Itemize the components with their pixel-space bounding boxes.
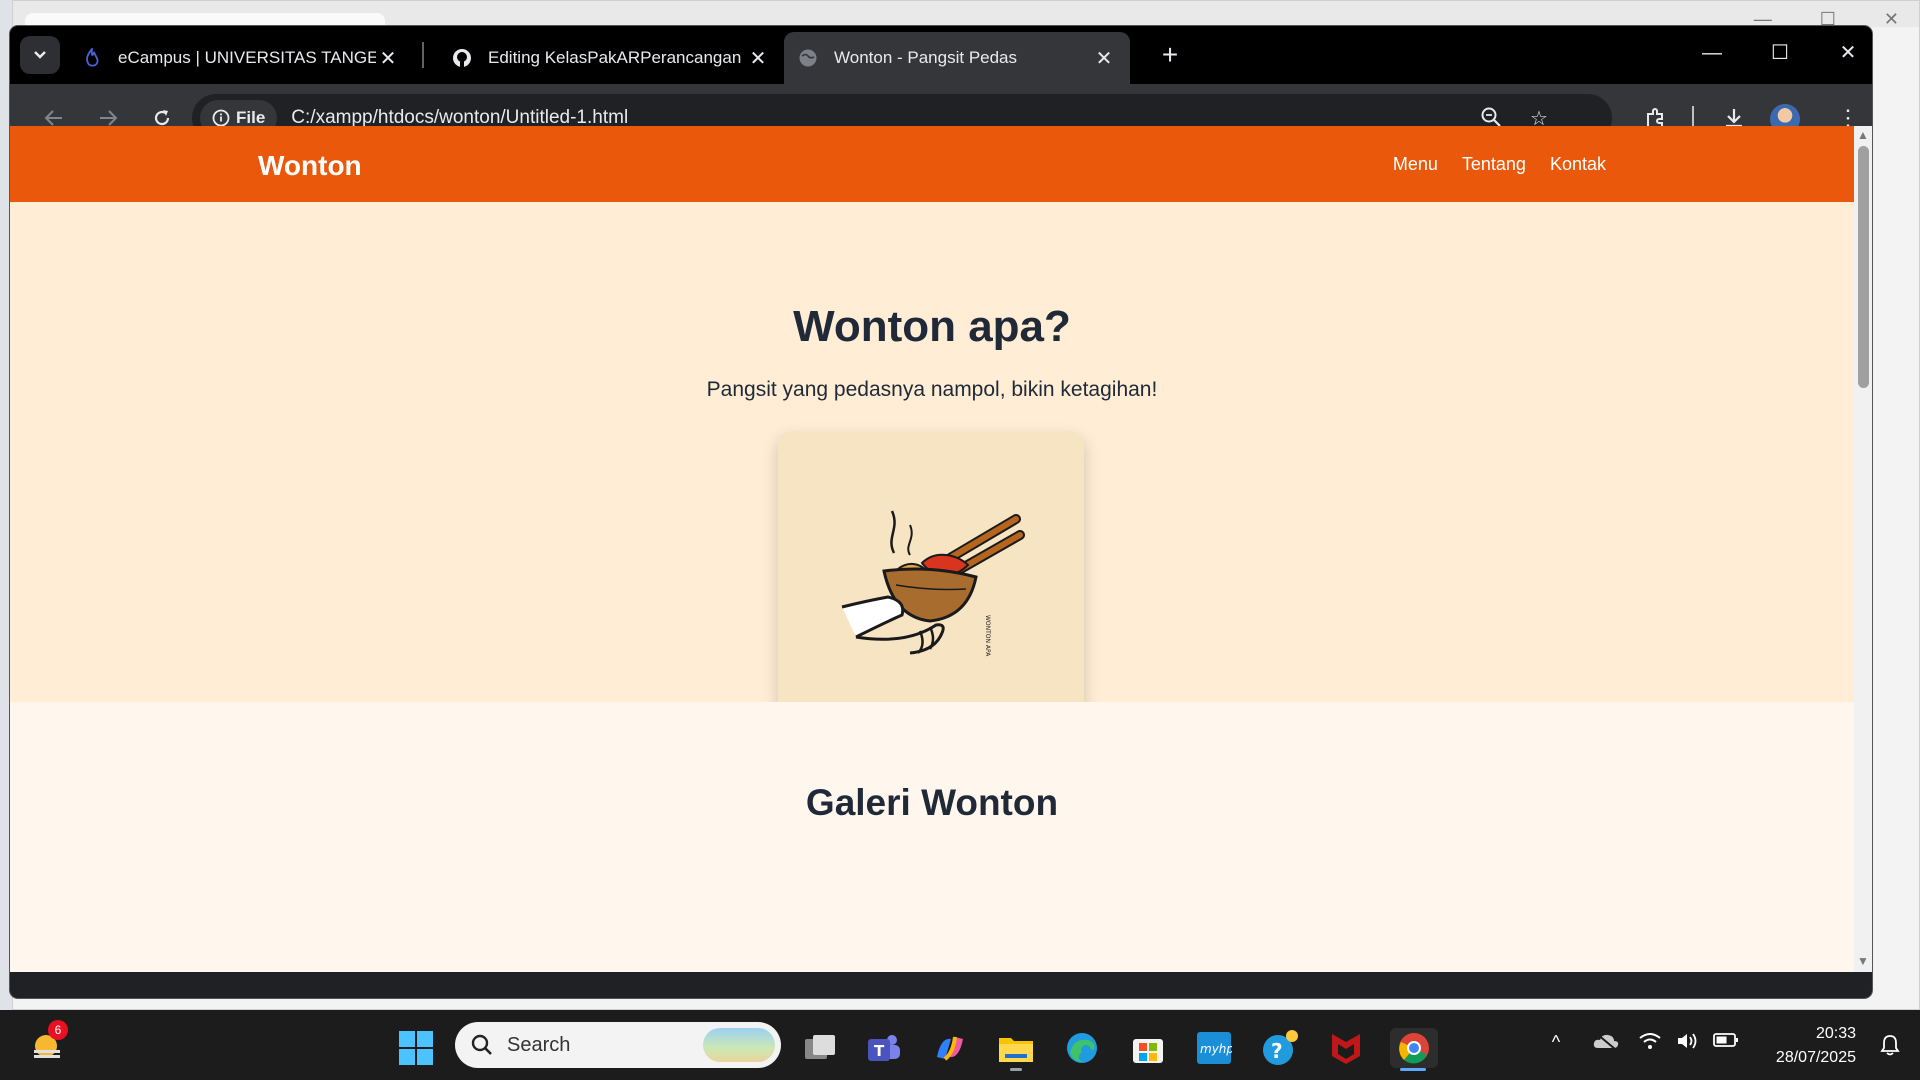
notification-bell-icon[interactable] xyxy=(1880,1034,1900,1061)
microsoft-store-icon[interactable] xyxy=(1128,1028,1168,1068)
info-icon xyxy=(212,109,230,127)
site-brand[interactable]: Wonton xyxy=(258,150,362,182)
back-arrow-icon xyxy=(44,110,62,126)
forward-arrow-icon xyxy=(100,110,118,126)
close-icon[interactable]: ✕ xyxy=(376,46,400,71)
scroll-up-icon[interactable]: ▲ xyxy=(1857,128,1869,142)
site-info-label: File xyxy=(236,108,266,127)
search-highlight-image xyxy=(703,1028,775,1062)
task-view-icon[interactable] xyxy=(800,1028,840,1068)
battery-icon[interactable] xyxy=(1712,1032,1740,1053)
globe-icon xyxy=(798,48,818,68)
taskbar-search[interactable]: Search xyxy=(455,1022,781,1068)
gallery-title: Galeri Wonton xyxy=(805,782,1059,823)
tab-title: Wonton - Pangsit Pedas xyxy=(834,48,1018,67)
tab-strip: eCampus | UNIVERSITAS TANGE ✕ Editing Ke… xyxy=(10,26,1872,84)
wifi-icon[interactable] xyxy=(1636,1032,1664,1055)
hero-subtitle: Pangsit yang pedasnya nampol, bikin keta… xyxy=(706,378,1158,401)
clock-time: 20:33 xyxy=(1815,1025,1856,1042)
flame-icon xyxy=(82,48,102,68)
nav-link-menu[interactable]: Menu xyxy=(1393,154,1438,175)
edge-icon[interactable] xyxy=(1062,1028,1102,1068)
logo-text: WONTON APA xyxy=(984,615,991,657)
windows-logo-icon xyxy=(399,1031,433,1065)
page-scrollbar[interactable]: ▲ ▼ xyxy=(1854,126,1872,972)
taskbar: 6 Search T myhp ? ^ 20:33 28/07/2025 xyxy=(0,1010,1920,1080)
close-icon: ✕ xyxy=(1883,9,1899,29)
site-navbar: Wonton Menu Tentang Kontak xyxy=(10,126,1854,202)
svg-text:T: T xyxy=(874,1042,885,1060)
copilot-icon[interactable] xyxy=(930,1028,970,1068)
gallery-section: Galeri Wonton xyxy=(10,702,1854,842)
chrome-icon[interactable] xyxy=(1390,1028,1438,1068)
maximize-button[interactable]: ☐ xyxy=(1760,36,1800,70)
clock-date: 28/07/2025 xyxy=(1775,1049,1856,1066)
scrollbar-thumb[interactable] xyxy=(1858,146,1869,388)
close-icon[interactable]: ✕ xyxy=(746,46,770,71)
github-icon xyxy=(452,48,472,68)
new-tab-button[interactable]: + xyxy=(1154,40,1186,70)
minimize-button[interactable]: — xyxy=(1692,36,1732,70)
tab-wonton[interactable]: Wonton - Pangsit Pedas ✕ xyxy=(784,32,1130,84)
close-icon[interactable]: ✕ xyxy=(1092,46,1116,71)
site-nav-links: Menu Tentang Kontak xyxy=(1393,154,1606,175)
nav-link-tentang[interactable]: Tentang xyxy=(1462,154,1526,175)
file-explorer-icon[interactable] xyxy=(996,1028,1036,1068)
mcafee-icon[interactable] xyxy=(1326,1028,1366,1068)
running-indicator xyxy=(1010,1068,1022,1071)
background-tab xyxy=(25,13,385,27)
tab-title: Editing KelasPakARPerancangan xyxy=(488,48,742,67)
volume-icon[interactable] xyxy=(1674,1032,1702,1055)
tab-ecampus[interactable]: eCampus | UNIVERSITAS TANGE ✕ xyxy=(68,32,414,84)
svg-text:?: ? xyxy=(1271,1039,1283,1063)
search-icon xyxy=(471,1034,492,1055)
svg-text:myhp: myhp xyxy=(1200,1042,1232,1056)
myhp-icon[interactable]: myhp xyxy=(1194,1028,1234,1068)
tab-separator xyxy=(422,42,424,68)
get-help-icon[interactable]: ? xyxy=(1260,1028,1300,1068)
tab-search-button[interactable] xyxy=(20,36,60,74)
teams-icon[interactable]: T xyxy=(864,1028,904,1068)
start-button[interactable] xyxy=(396,1028,436,1068)
system-clock[interactable]: 20:33 28/07/2025 xyxy=(1776,1022,1856,1070)
hero-title: Wonton apa? xyxy=(793,302,1071,351)
close-window-button[interactable]: ✕ xyxy=(1828,36,1868,70)
chevron-up-icon[interactable]: ^ xyxy=(1542,1032,1570,1053)
onedrive-icon[interactable] xyxy=(1592,1032,1620,1055)
reload-icon xyxy=(154,110,170,126)
nav-link-kontak[interactable]: Kontak xyxy=(1550,154,1606,175)
search-placeholder: Search xyxy=(507,1033,571,1056)
tab-title: eCampus | UNIVERSITAS TANGE xyxy=(118,48,376,67)
hero-logo-card: WONTON APA xyxy=(778,432,1084,738)
tab-github[interactable]: Editing KelasPakARPerancangan ✕ xyxy=(438,32,784,84)
scroll-down-icon[interactable]: ▼ xyxy=(1857,954,1869,968)
page-viewport: Wonton Menu Tentang Kontak Wonton apa? P… xyxy=(10,126,1854,972)
active-app-indicator xyxy=(1400,1068,1426,1071)
wonton-logo-image: WONTON APA xyxy=(841,510,1025,657)
weather-badge: 6 xyxy=(48,1020,68,1040)
chevron-down-icon xyxy=(34,51,46,59)
